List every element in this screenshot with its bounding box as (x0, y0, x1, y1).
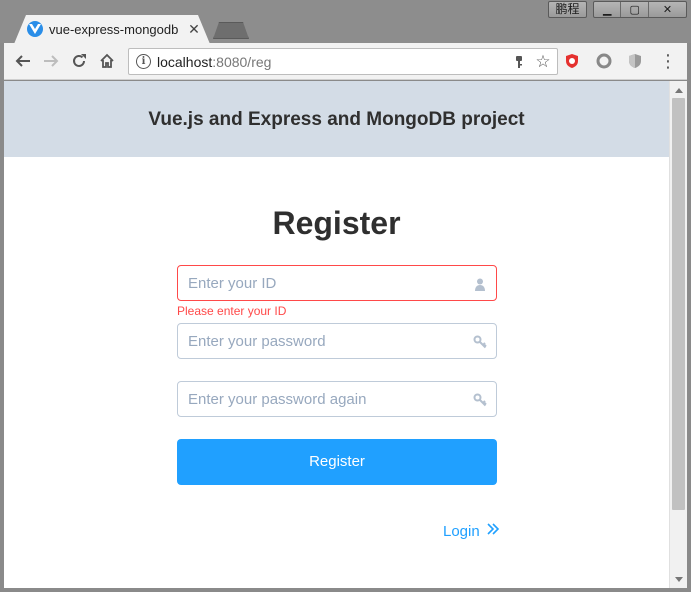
info-icon[interactable]: i (136, 54, 151, 69)
window-controls: ▁ ▢ ✕ (593, 1, 687, 18)
password-again-field (177, 381, 497, 417)
page-title: Register (272, 205, 401, 241)
maximize-button[interactable]: ▢ (621, 2, 649, 17)
scrollbar-thumb[interactable] (672, 98, 685, 510)
scroll-up-icon[interactable] (670, 83, 687, 97)
window-bottom-border (0, 588, 691, 592)
menu-icon[interactable]: ⋮ (659, 51, 677, 71)
login-link[interactable]: Login (443, 521, 500, 541)
window-titlebar: 鹏程 ▁ ▢ ✕ vue-express-mongodb ✕ (0, 0, 691, 44)
back-icon[interactable] (13, 51, 33, 71)
vertical-scrollbar[interactable] (669, 81, 687, 588)
login-link-label: Login (443, 522, 480, 540)
address-bar[interactable]: i localhost:8080/reg ☆ (128, 48, 558, 75)
reload-icon[interactable] (69, 51, 89, 71)
id-error-message: Please enter your ID (177, 304, 287, 318)
register-button[interactable]: Register (177, 439, 497, 485)
bookmark-star-icon[interactable]: ☆ (534, 52, 552, 72)
forward-icon[interactable] (41, 51, 61, 71)
password-input[interactable] (178, 324, 496, 358)
scroll-down-icon[interactable] (670, 572, 687, 586)
new-tab-button[interactable] (213, 22, 249, 39)
key-icon[interactable] (512, 54, 526, 70)
ublock-extension-icon[interactable] (563, 52, 581, 70)
password-again-input[interactable] (178, 382, 496, 416)
close-window-button[interactable]: ✕ (649, 2, 686, 17)
browser-toolbar: i localhost:8080/reg ☆ ⋮ (4, 43, 687, 80)
url-path: :8080/reg (212, 54, 272, 70)
shield-extension-icon[interactable] (626, 52, 644, 70)
key-icon (472, 392, 488, 408)
window-user-button[interactable]: 鹏程 (548, 1, 587, 18)
minimize-button[interactable]: ▁ (594, 2, 622, 17)
id-input[interactable] (178, 266, 496, 300)
url-text: localhost:8080/reg (157, 54, 271, 70)
url-host: localhost (157, 54, 213, 70)
page-viewport: Vue.js and Express and MongoDB project R… (4, 81, 669, 588)
circle-extension-icon[interactable] (595, 52, 613, 70)
user-icon (472, 276, 488, 292)
tab-title: vue-express-mongodb (49, 22, 179, 37)
id-field (177, 265, 497, 301)
key-icon (472, 334, 488, 350)
vue-logo-icon (27, 21, 43, 37)
site-header: Vue.js and Express and MongoDB project (4, 81, 669, 157)
site-title: Vue.js and Express and MongoDB project (148, 108, 525, 130)
home-icon[interactable] (97, 51, 117, 71)
password-field (177, 323, 497, 359)
tab-close-button[interactable]: ✕ (186, 21, 202, 37)
double-chevron-right-icon (486, 522, 500, 540)
